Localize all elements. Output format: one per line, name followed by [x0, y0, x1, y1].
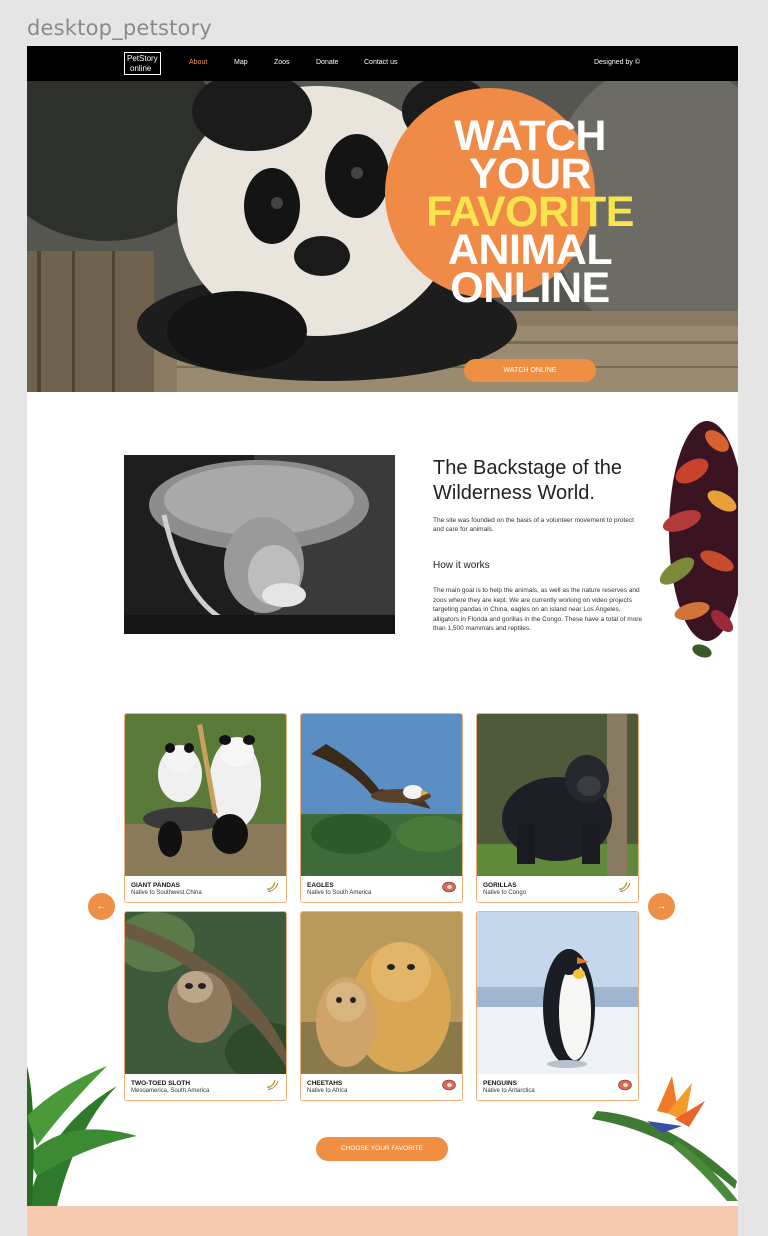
header: PetStory online About Map Zoos Donate Co…: [27, 46, 738, 81]
sloth-image: [125, 912, 286, 1074]
animal-card[interactable]: GIANT PANDAS Native to Southwest China: [124, 713, 287, 903]
hero-title-line-5: ONLINE: [450, 264, 610, 312]
animal-card[interactable]: EAGLES Native to South America: [300, 713, 463, 903]
nav-zoos[interactable]: Zoos: [274, 59, 290, 66]
bird-of-paradise-decoration: [592, 1076, 738, 1201]
carousel-next-button[interactable]: →: [648, 893, 675, 920]
meat-icon: [442, 881, 456, 893]
watch-online-button[interactable]: WATCH ONLINE: [464, 359, 596, 382]
cheetah-image: [301, 912, 462, 1074]
animal-name: GORILLAS: [483, 882, 517, 889]
hero-title: WATCH YOUR FAVORITE ANIMAL ONLINE: [419, 115, 641, 312]
penguin-image: [477, 912, 638, 1074]
animal-native: Native to Congo: [483, 890, 527, 896]
choose-favorite-button[interactable]: CHOOSE YOUR FAVORITE: [316, 1137, 448, 1161]
banana-icon: [266, 881, 279, 893]
animal-native: Native to Africa: [307, 1088, 348, 1094]
animal-name: PENGUINS: [483, 1080, 517, 1087]
animal-name: EAGLES: [307, 882, 334, 889]
pandas-image: [125, 714, 286, 876]
eagle-image: [301, 714, 462, 876]
meat-icon: [442, 1079, 456, 1091]
nav-about[interactable]: About: [189, 59, 207, 66]
animal-native: Native to Southwest China: [131, 890, 202, 896]
nav-map[interactable]: Map: [234, 59, 248, 66]
designed-by: Designed by ©: [593, 59, 640, 66]
about-title: The Backstage of the Wilderness World.: [433, 457, 623, 504]
logo-line-2: online: [130, 63, 152, 73]
hero: WATCH YOUR FAVORITE ANIMAL ONLINE WATCH …: [27, 81, 738, 392]
animal-native: Native to South America: [307, 890, 372, 896]
footer-strip: [27, 1206, 738, 1236]
animal-card[interactable]: GORILLAS Native to Congo: [476, 713, 639, 903]
animal-native: Native to Antarctica: [483, 1088, 535, 1094]
banana-icon: [266, 1079, 279, 1091]
carousel-prev-button[interactable]: ←: [88, 893, 115, 920]
nav-contact[interactable]: Contact us: [364, 59, 397, 66]
palm-leaves-decoration: [27, 1066, 137, 1206]
about-subtitle: The site was founded on the basis of a v…: [433, 517, 634, 533]
logo-line-1: PetStory: [127, 54, 158, 63]
animal-name: CHEETAHS: [307, 1080, 343, 1087]
animal-name: GIANT PANDAS: [131, 882, 180, 889]
frame-label: desktop_petstory: [27, 16, 213, 40]
how-it-works-title: How it works: [433, 560, 490, 571]
logo[interactable]: PetStory online: [124, 52, 161, 75]
nav-donate[interactable]: Donate: [316, 59, 339, 66]
croton-plant-decoration: [659, 421, 738, 658]
page: PetStory online About Map Zoos Donate Co…: [27, 46, 738, 1236]
how-it-works-text: The main goal is to help the animals, as…: [433, 587, 643, 632]
animal-card[interactable]: CHEETAHS Native to Africa: [300, 911, 463, 1101]
about-photo: [124, 455, 395, 634]
banana-icon: [618, 881, 631, 893]
animal-card[interactable]: TWO-TOED SLOTH Mesoamerica, South Americ…: [124, 911, 287, 1101]
gorilla-image: [477, 714, 638, 876]
